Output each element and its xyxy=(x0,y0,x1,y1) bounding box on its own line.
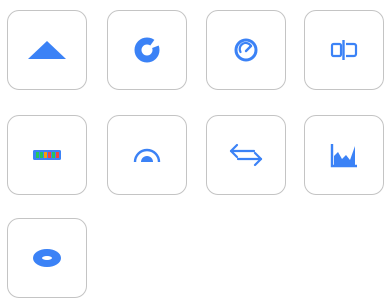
tile-compare[interactable] xyxy=(304,10,384,90)
tile-area-chart[interactable] xyxy=(304,115,384,195)
triangle-up-icon xyxy=(28,41,66,59)
tile-half-donut[interactable] xyxy=(107,115,187,195)
ellipse-ring-icon xyxy=(33,249,61,267)
battery-bar-icon xyxy=(33,150,61,160)
area-chart-icon xyxy=(330,144,357,168)
tile-gauge[interactable] xyxy=(206,10,286,90)
tile-donut[interactable] xyxy=(107,10,187,90)
donut-chart-icon xyxy=(134,37,160,63)
tile-battery[interactable] xyxy=(7,115,87,195)
tile-triangle[interactable] xyxy=(7,10,87,90)
chart-type-grid xyxy=(0,0,386,298)
bidirectional-arrows-icon xyxy=(229,143,263,167)
half-donut-icon xyxy=(133,148,161,163)
gauge-icon xyxy=(234,38,258,62)
compare-bars-icon xyxy=(330,40,358,60)
tile-ellipse-ring[interactable] xyxy=(7,218,87,298)
tile-arrows[interactable] xyxy=(206,115,286,195)
